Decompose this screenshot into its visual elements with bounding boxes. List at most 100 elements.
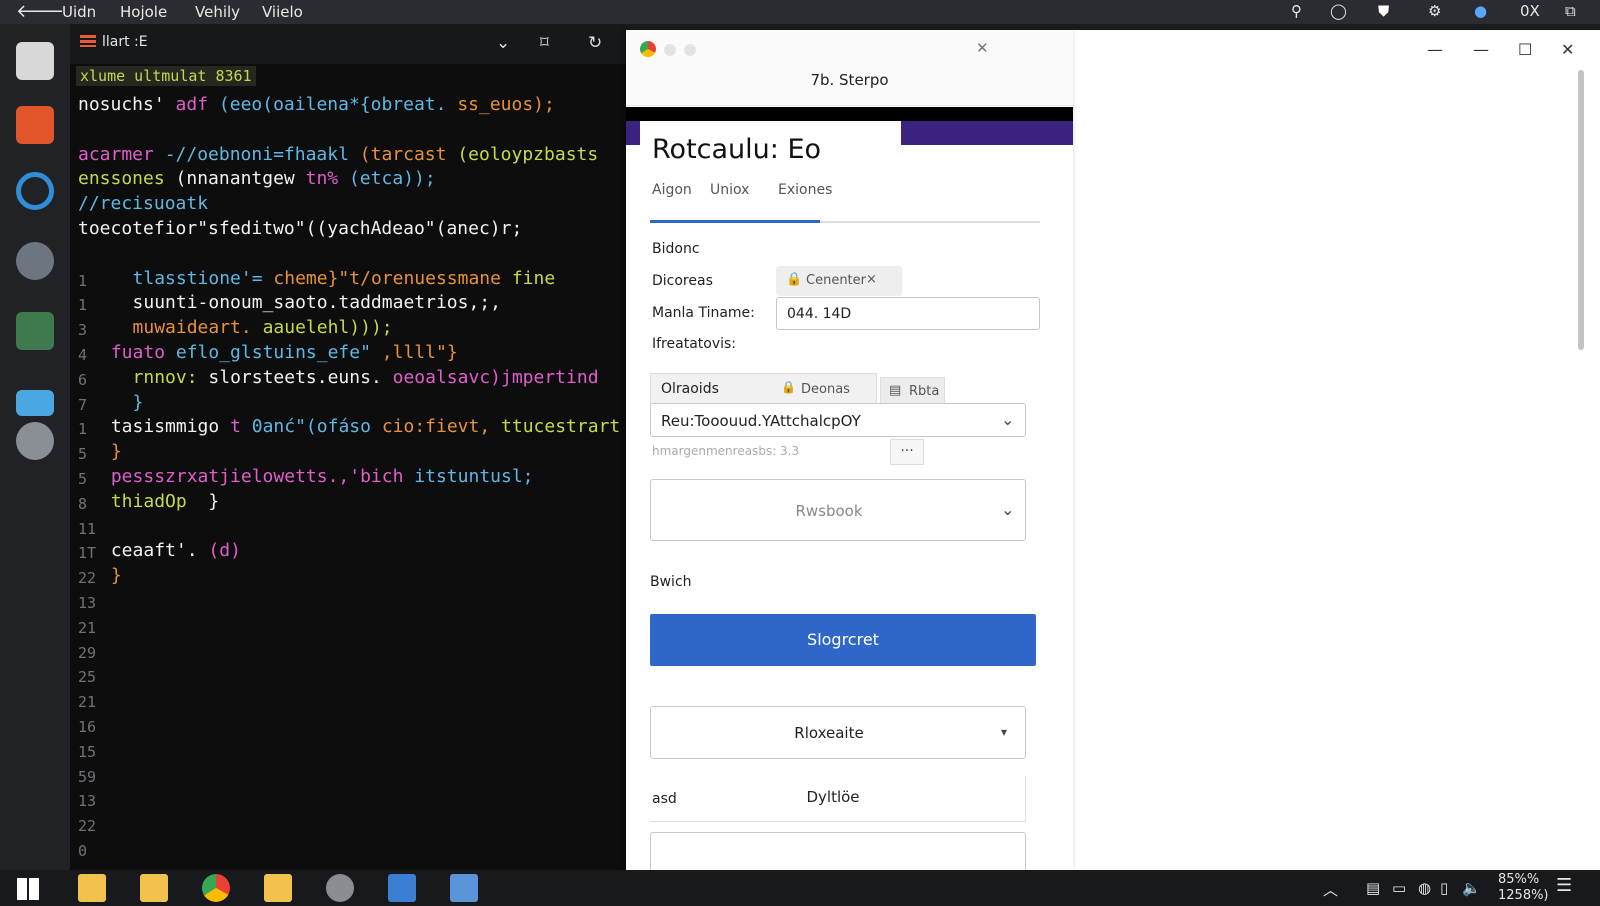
volume-icon[interactable]: 🔈 bbox=[1462, 879, 1481, 897]
code-line: thiadOp } bbox=[110, 490, 220, 512]
scrollbar-thumb[interactable] bbox=[1578, 70, 1584, 350]
last-row[interactable]: Dyltlöe bbox=[650, 776, 1026, 822]
code-line: tlasstione'= cheme}"t/orenuessmane fine bbox=[132, 267, 556, 289]
line-number: 4 bbox=[78, 346, 88, 364]
row2-label: Manla Tiname: bbox=[652, 305, 755, 321]
line-number: 8 bbox=[78, 494, 88, 513]
dropdown-rwsbook[interactable]: Rwsbook ⌄ bbox=[650, 479, 1026, 541]
subtab-olraoids-label: Olraoids bbox=[661, 381, 719, 397]
code-editor-window: llart :E ⌄ ⌑ ↻ xlume ultmulat 8361 nosuc… bbox=[70, 24, 626, 870]
panel-header: ✕ 7b. Sterpo bbox=[626, 30, 1073, 106]
active-tab-indicator bbox=[650, 220, 820, 223]
code-line: rnnov: slorsteets.euns. oeoalsavc)jmpert… bbox=[132, 366, 599, 388]
search-people-icon[interactable]: ⚲ bbox=[1291, 2, 1302, 20]
code-line: ceaaft'. (d) bbox=[110, 540, 241, 562]
start-windows-icon[interactable] bbox=[17, 878, 39, 900]
subtab-rbta[interactable]: ▤ Rbta bbox=[880, 377, 945, 405]
menu-item-1[interactable]: Uidn bbox=[62, 3, 96, 21]
tab-uniox[interactable]: Uniox bbox=[710, 182, 749, 198]
code-line: tasismmigo t 0anć"(ofáso cio:fievt, ttuc… bbox=[110, 416, 621, 438]
minimize-icon-2[interactable]: — bbox=[1473, 40, 1489, 59]
next-field[interactable] bbox=[650, 832, 1026, 870]
tab-aigon[interactable]: Aigon bbox=[652, 182, 692, 198]
dropdown-rloxeaite[interactable]: Rloxeaite ▾ bbox=[650, 706, 1026, 759]
spreadsheet-app-icon[interactable] bbox=[16, 312, 54, 350]
notification-icon[interactable]: ☰ bbox=[1556, 875, 1572, 896]
line-number: 16 bbox=[78, 718, 97, 736]
filter-chip[interactable]: 🔒 Cenenter × bbox=[776, 266, 902, 296]
gear-icon[interactable]: ⚙ bbox=[1428, 2, 1441, 20]
line-number: 22 bbox=[78, 817, 97, 836]
code-line: fuato eflo_glstuins_efe" ,llll"} bbox=[110, 342, 458, 363]
code-line: //recisuoatk bbox=[78, 193, 209, 215]
minimize-icon[interactable]: — bbox=[1427, 40, 1443, 59]
name-field[interactable]: 044. 14D bbox=[776, 297, 1040, 330]
menu-item-2[interactable]: Hojole bbox=[120, 3, 167, 21]
keyboard-icon[interactable]: ▤ bbox=[1366, 879, 1380, 897]
code-line: } bbox=[110, 441, 122, 463]
menu-item-3[interactable]: Vehily bbox=[195, 3, 240, 21]
line-number: 1 bbox=[78, 271, 88, 290]
shield-icon[interactable]: ⛊ bbox=[1378, 2, 1389, 20]
chevron-up-icon[interactable]: ︿ bbox=[1323, 879, 1338, 900]
line-number: 21 bbox=[78, 618, 97, 637]
close-window-icon[interactable]: ✕ bbox=[1561, 40, 1574, 59]
page-scrollbar[interactable] bbox=[1577, 70, 1585, 860]
battery-icon[interactable]: ▯ bbox=[1440, 879, 1448, 897]
file-explorer-icon[interactable] bbox=[78, 874, 106, 902]
primary-submit-button[interactable]: Slogrcret bbox=[650, 614, 1036, 666]
recycle-bin-icon[interactable] bbox=[450, 874, 478, 902]
code-line: enssones (nnanantgew tn% (etca)); bbox=[78, 168, 436, 190]
window-dot-icon bbox=[664, 44, 676, 56]
subtab-olraoids[interactable]: Olraoids 🔒 Deonas bbox=[650, 373, 877, 405]
editor-header: llart :E ⌄ ⌑ ↻ bbox=[70, 24, 626, 64]
tab-exiones[interactable]: Exiones bbox=[778, 182, 832, 198]
editor-status-line: xlume ultmulat 8361 bbox=[76, 66, 256, 86]
chevron-down-icon[interactable]: ⌄ bbox=[496, 33, 510, 53]
more-options-button[interactable]: ··· bbox=[890, 439, 924, 465]
subtab-deonas-label: Deonas bbox=[801, 382, 850, 397]
code-line: pessszrxatjielowetts.,'bich itstuntusl; bbox=[110, 466, 534, 487]
line-number: 3 bbox=[78, 321, 88, 340]
editor-tab[interactable]: llart :E bbox=[80, 34, 148, 50]
page-heading: Rotcaulu: Eo bbox=[652, 134, 822, 165]
section-label: Bidonc bbox=[652, 241, 700, 257]
close-panel-icon[interactable]: ✕ bbox=[976, 39, 989, 57]
maximize-icon[interactable]: ☐ bbox=[1518, 40, 1532, 59]
lock-icon-2: 🔒 bbox=[781, 380, 796, 394]
line-number: 22 bbox=[78, 569, 97, 588]
clock-time[interactable]: 85%% bbox=[1498, 872, 1539, 887]
chat-icon[interactable]: ◯ bbox=[1330, 2, 1347, 20]
tools-app-icon[interactable] bbox=[16, 242, 54, 280]
close-screen-icon[interactable]: ⧉ bbox=[1565, 2, 1576, 20]
globe-icon[interactable]: ● bbox=[1474, 2, 1487, 20]
folder-icon-2[interactable] bbox=[140, 874, 168, 902]
compass-icon[interactable] bbox=[326, 874, 354, 902]
clock-date[interactable]: 1258%) bbox=[1498, 888, 1549, 903]
back-arrow-icon[interactable]: 🡐 bbox=[16, 1, 64, 22]
code-line: acarmer -//oebnoni=fhaakl (tarcast (eolo… bbox=[78, 143, 599, 165]
folder-icon-3[interactable] bbox=[264, 874, 292, 902]
menu-item-4[interactable]: Viielo bbox=[262, 3, 303, 21]
refresh-icon[interactable]: ↻ bbox=[588, 33, 602, 53]
settings-app-icon[interactable] bbox=[16, 422, 54, 460]
folder-icon[interactable] bbox=[16, 390, 54, 416]
split-editor-icon[interactable]: ⌑ bbox=[540, 33, 549, 53]
row1-label: Dicoreas bbox=[652, 273, 713, 289]
document-app-icon[interactable] bbox=[388, 874, 416, 902]
chevron-down-icon-2: ⌄ bbox=[1001, 500, 1015, 519]
notes-app-icon[interactable] bbox=[16, 42, 54, 80]
line-number: 13 bbox=[78, 594, 97, 612]
remove-chip-icon[interactable]: × bbox=[866, 272, 877, 287]
network-icon[interactable]: ◍ bbox=[1418, 879, 1431, 897]
sync-app-icon[interactable] bbox=[16, 172, 54, 210]
row3-label: Ifreatatovis: bbox=[652, 336, 737, 352]
software-center-icon[interactable] bbox=[16, 106, 54, 144]
last-row-value: Dyltlöe bbox=[806, 788, 860, 806]
editor-tab-label: llart :E bbox=[102, 34, 148, 50]
top-right-label: 0X bbox=[1520, 2, 1540, 20]
chrome-icon[interactable] bbox=[202, 874, 230, 902]
display-icon[interactable]: ▭ bbox=[1392, 879, 1406, 897]
resource-select[interactable]: Reu:Tooouud.YAttchalcpOY ⌄ bbox=[650, 403, 1026, 437]
line-number: 0 bbox=[78, 842, 88, 860]
